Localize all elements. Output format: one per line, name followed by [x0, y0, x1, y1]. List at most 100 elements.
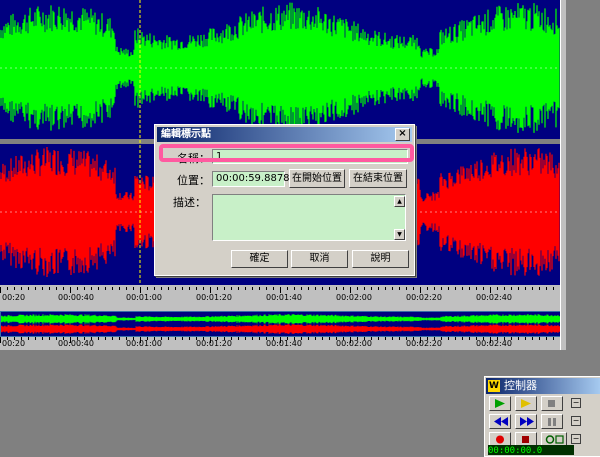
ruler-tick	[70, 337, 71, 343]
overview-waveform[interactable]	[0, 311, 564, 337]
ruler-tick	[308, 287, 309, 290]
description-label: 描述：	[173, 196, 206, 209]
ruler-tick	[21, 287, 22, 290]
ruler-tick	[413, 287, 414, 290]
position-input[interactable]: 00:00:59.88780	[212, 171, 296, 187]
name-field-highlight	[159, 144, 414, 162]
ruler-tick	[91, 287, 92, 290]
vertical-scrollbar[interactable]	[560, 0, 566, 350]
ruler-tick	[210, 337, 211, 343]
cancel-button[interactable]: 取消	[291, 250, 348, 268]
time-label: 00:00:40	[58, 339, 94, 348]
ruler-tick	[469, 287, 470, 290]
ruler-tick	[189, 287, 190, 290]
ruler-tick	[539, 337, 540, 340]
ruler-tick	[427, 337, 428, 340]
ruler-tick	[287, 337, 288, 340]
ruler-tick	[210, 287, 211, 293]
ruler-tick	[448, 287, 449, 290]
fast-forward-button[interactable]	[515, 414, 537, 429]
ruler-tick	[294, 287, 295, 290]
ruler-tick	[231, 337, 232, 340]
ruler-tick	[63, 337, 64, 340]
time-label: 00:02:20	[406, 293, 442, 302]
at-start-button[interactable]: 在開始位置	[289, 169, 345, 188]
ruler-tick	[462, 337, 463, 340]
pause-button[interactable]	[541, 414, 563, 429]
ruler-tick	[329, 287, 330, 290]
play-icon	[495, 399, 505, 408]
overview-left-channel	[1, 314, 563, 324]
play-button[interactable]	[489, 396, 511, 411]
controller-titlebar[interactable]: W 控制器	[486, 378, 600, 394]
rewind-button[interactable]	[489, 414, 511, 429]
ruler-tick	[392, 337, 393, 340]
ruler-tick	[161, 337, 162, 340]
ruler-tick	[280, 337, 281, 343]
toggle-minus-icon[interactable]: −	[571, 416, 581, 426]
ruler-tick	[511, 287, 512, 290]
position-label: 位置：	[177, 174, 210, 187]
ruler-tick	[497, 337, 498, 340]
ruler-tick	[133, 337, 134, 340]
ruler-tick	[406, 337, 407, 340]
time-label: 00:02:40	[476, 293, 512, 302]
ruler-tick	[224, 337, 225, 340]
ok-button[interactable]: 確定	[231, 250, 288, 268]
stop-button[interactable]	[541, 396, 563, 411]
ruler-tick	[392, 287, 393, 290]
ruler-tick	[420, 337, 421, 343]
ruler-tick	[147, 287, 148, 290]
time-label: 00:01:20	[196, 339, 232, 348]
ruler-tick	[77, 287, 78, 290]
ruler-tick	[441, 337, 442, 340]
time-label: 00:02:20	[406, 339, 442, 348]
ruler-tick	[525, 287, 526, 290]
ruler-tick	[28, 337, 29, 340]
ruler-tick	[14, 287, 15, 290]
scroll-up-icon[interactable]: ▲	[394, 196, 405, 207]
ruler-tick	[294, 337, 295, 340]
ruler-tick	[448, 337, 449, 340]
ruler-tick	[161, 287, 162, 290]
ruler-tick	[483, 287, 484, 290]
toggle-minus-icon[interactable]: −	[571, 434, 581, 444]
ruler-tick	[469, 337, 470, 340]
ruler-tick	[518, 287, 519, 290]
ruler-tick	[273, 337, 274, 340]
ruler-tick	[350, 287, 351, 293]
ruler-tick	[224, 287, 225, 290]
toggle-minus-icon[interactable]: −	[571, 398, 581, 408]
ruler-tick	[98, 337, 99, 340]
at-end-button[interactable]: 在結束位置	[349, 169, 407, 188]
ruler-tick	[168, 337, 169, 340]
ruler-tick	[378, 337, 379, 340]
ruler-tick	[252, 287, 253, 290]
time-label: 00:02:00	[336, 293, 372, 302]
timeline-ruler: 00:20 00:00:40 00:01:00 00:01:20 00:01:4…	[0, 287, 566, 303]
ruler-tick	[490, 337, 491, 343]
ruler-tick	[203, 287, 204, 290]
stop-icon	[548, 400, 555, 407]
ruler-tick	[301, 337, 302, 340]
play-selection-button[interactable]	[515, 396, 537, 411]
ruler-tick	[371, 287, 372, 290]
overview-graph	[1, 314, 563, 334]
help-button[interactable]: 說明	[352, 250, 409, 268]
ruler-tick	[371, 337, 372, 340]
ruler-tick	[126, 287, 127, 290]
ruler-tick	[119, 337, 120, 340]
ruler-tick	[322, 337, 323, 340]
ruler-tick	[182, 287, 183, 290]
ruler-tick	[399, 287, 400, 290]
ruler-tick	[196, 287, 197, 290]
dialog-titlebar[interactable]: 編輯標示點 ×	[157, 127, 412, 142]
scroll-down-icon[interactable]: ▼	[394, 229, 405, 240]
ruler-tick	[49, 287, 50, 290]
ruler-tick	[98, 287, 99, 290]
description-textarea[interactable]	[212, 194, 406, 241]
ruler-tick	[266, 287, 267, 290]
ruler-tick	[336, 287, 337, 290]
ruler-tick	[147, 337, 148, 340]
close-icon[interactable]: ×	[395, 128, 410, 141]
